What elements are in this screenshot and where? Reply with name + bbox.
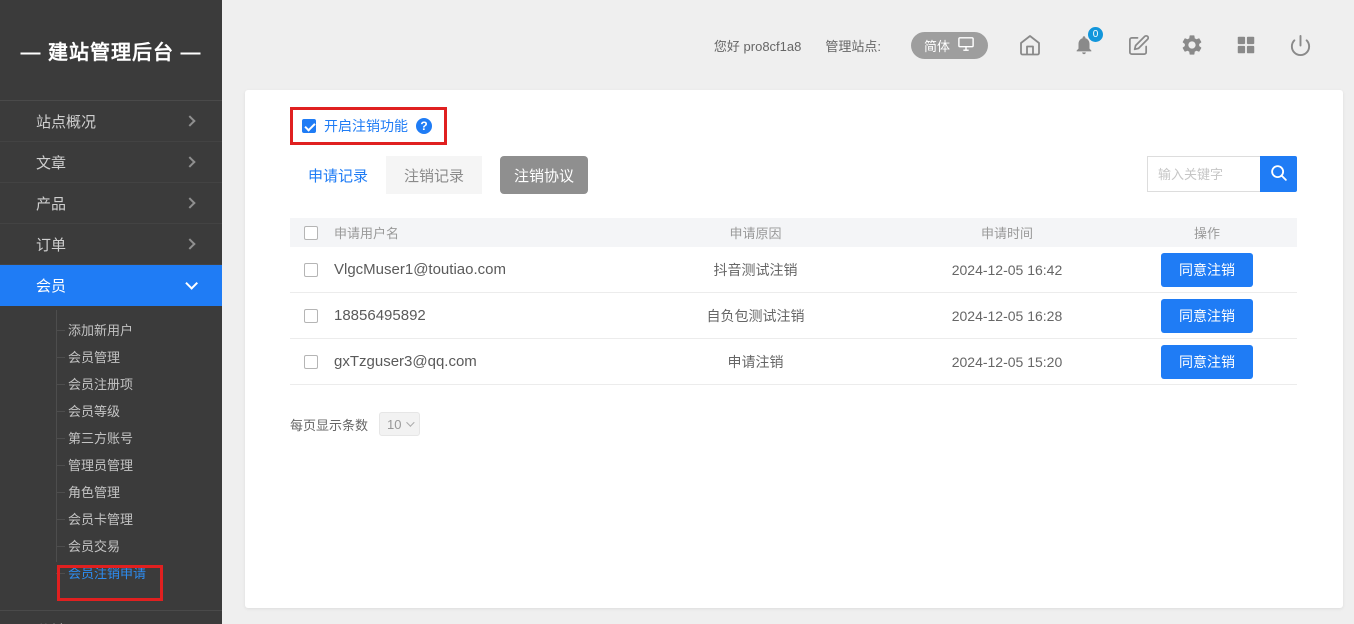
cell-username: gxTzguser3@qq.com — [334, 347, 534, 376]
sidebar-item-admin-management[interactable]: 管理员管理 — [0, 451, 222, 478]
table-header: 申请用户名 申请原因 申请时间 操作 — [290, 218, 1297, 247]
sidebar-item-add-user[interactable]: 添加新用户 — [0, 316, 222, 343]
sidebar-item-member-management[interactable]: 会员管理 — [0, 343, 222, 370]
notification-badge: 0 — [1088, 27, 1103, 42]
enable-cancellation-checkbox[interactable] — [302, 119, 316, 133]
bell-icon[interactable]: 0 — [1072, 33, 1096, 57]
agree-cancellation-button[interactable]: 同意注销 — [1161, 253, 1253, 287]
pagination: 每页显示条数 10 — [290, 412, 1297, 436]
tab-cancellation-agreement[interactable]: 注销协议 — [500, 156, 588, 194]
site-label: 管理站点: — [825, 36, 881, 55]
applications-table: 申请用户名 申请原因 申请时间 操作 VlgcMuser1@toutiao.co… — [290, 218, 1297, 385]
search-input[interactable] — [1147, 156, 1260, 192]
search-bar — [1147, 156, 1297, 192]
header-username: 申请用户名 — [334, 223, 614, 242]
sidebar-item-products[interactable]: 产品 — [0, 183, 222, 224]
sidebar-item-articles[interactable]: 文章 — [0, 142, 222, 183]
search-icon — [1268, 162, 1290, 187]
chevron-down-icon — [185, 277, 198, 290]
cell-username: 18856495892 — [334, 301, 534, 330]
greeting-text: 您好 pro8cf1a8 — [714, 36, 801, 55]
row-checkbox[interactable] — [304, 263, 318, 277]
row-checkbox[interactable] — [304, 355, 318, 369]
cell-time: 2024-12-05 16:42 — [897, 262, 1117, 278]
content-card: 开启注销功能 ? 申请记录 注销记录 注销协议 — [245, 90, 1343, 608]
page-size-select[interactable]: 10 — [379, 412, 420, 436]
chevron-right-icon — [184, 197, 195, 208]
monitor-icon — [957, 36, 975, 55]
sidebar-item-third-party-account[interactable]: 第三方账号 — [0, 424, 222, 451]
chevron-right-icon — [184, 156, 195, 167]
sidebar-item-member-cancellation[interactable]: 会员注销申请 — [0, 559, 222, 586]
tab-application-records[interactable]: 申请记录 — [290, 156, 386, 194]
sidebar-item-member-card[interactable]: 会员卡管理 — [0, 505, 222, 532]
language-pill-button[interactable]: 简体 — [911, 32, 988, 59]
page-size-label: 每页显示条数 — [290, 415, 368, 434]
sidebar-item-orders[interactable]: 订单 — [0, 224, 222, 265]
annotation-red-box-toggle: 开启注销功能 ? — [290, 107, 447, 145]
row-checkbox[interactable] — [304, 309, 318, 323]
chevron-right-icon — [184, 238, 195, 249]
select-all-checkbox[interactable] — [304, 226, 318, 240]
header-action: 操作 — [1117, 223, 1297, 242]
main-area: 您好 pro8cf1a8 管理站点: 简体 0 — [222, 0, 1354, 624]
table-row: gxTzguser3@qq.com 申请注销 2024-12-05 15:20 … — [290, 339, 1297, 385]
main-menu: 站点概况 文章 产品 订单 会员 — [0, 100, 222, 306]
tabs-row: 申请记录 注销记录 注销协议 — [290, 156, 1297, 194]
sidebar-item-members[interactable]: 会员 — [0, 265, 222, 306]
cell-time: 2024-12-05 15:20 — [897, 354, 1117, 370]
sidebar-item-member-level[interactable]: 会员等级 — [0, 397, 222, 424]
table-row: VlgcMuser1@toutiao.com 抖音测试注销 2024-12-05… — [290, 247, 1297, 293]
tabs: 申请记录 注销记录 注销协议 — [290, 156, 588, 194]
app-title: — 建站管理后台 — — [0, 0, 222, 100]
gear-icon[interactable] — [1180, 33, 1204, 57]
help-icon[interactable]: ? — [416, 118, 432, 134]
topbar: 您好 pro8cf1a8 管理站点: 简体 0 — [222, 0, 1354, 90]
header-time: 申请时间 — [897, 223, 1117, 242]
agree-cancellation-button[interactable]: 同意注销 — [1161, 345, 1253, 379]
home-icon[interactable] — [1018, 33, 1042, 57]
sidebar-item-site-overview[interactable]: 站点概况 — [0, 101, 222, 142]
tab-cancellation-records[interactable]: 注销记录 — [386, 156, 482, 194]
cell-reason: 申请注销 — [614, 352, 897, 372]
search-button[interactable] — [1260, 156, 1297, 192]
sidebar-item-member-transaction[interactable]: 会员交易 — [0, 532, 222, 559]
power-icon[interactable] — [1288, 33, 1312, 57]
header-reason: 申请原因 — [614, 223, 897, 242]
table-row: 18856495892 自负包测试注销 2024-12-05 16:28 同意注… — [290, 293, 1297, 339]
members-submenu: 添加新用户 会员管理 会员注册项 会员等级 第三方账号 管理员管理 角色管理 会… — [0, 306, 222, 592]
enable-cancellation-label: 开启注销功能 — [324, 116, 408, 136]
agree-cancellation-button[interactable]: 同意注销 — [1161, 299, 1253, 333]
edit-icon[interactable] — [1126, 33, 1150, 57]
chevron-right-icon — [184, 115, 195, 126]
chevron-down-icon — [407, 418, 415, 426]
sidebar-item-role-management[interactable]: 角色管理 — [0, 478, 222, 505]
cell-reason: 自负包测试注销 — [614, 306, 897, 326]
cell-username: VlgcMuser1@toutiao.com — [334, 255, 534, 284]
cell-time: 2024-12-05 16:28 — [897, 308, 1117, 324]
cell-reason: 抖音测试注销 — [614, 260, 897, 280]
sidebar-item-member-registration[interactable]: 会员注册项 — [0, 370, 222, 397]
sidebar: — 建站管理后台 — 站点概况 文章 产品 订单 会员 添加新用户 会员管理 会… — [0, 0, 222, 624]
grid-icon[interactable] — [1234, 33, 1258, 57]
sidebar-item-distribution[interactable]: 分销 — [0, 610, 222, 624]
